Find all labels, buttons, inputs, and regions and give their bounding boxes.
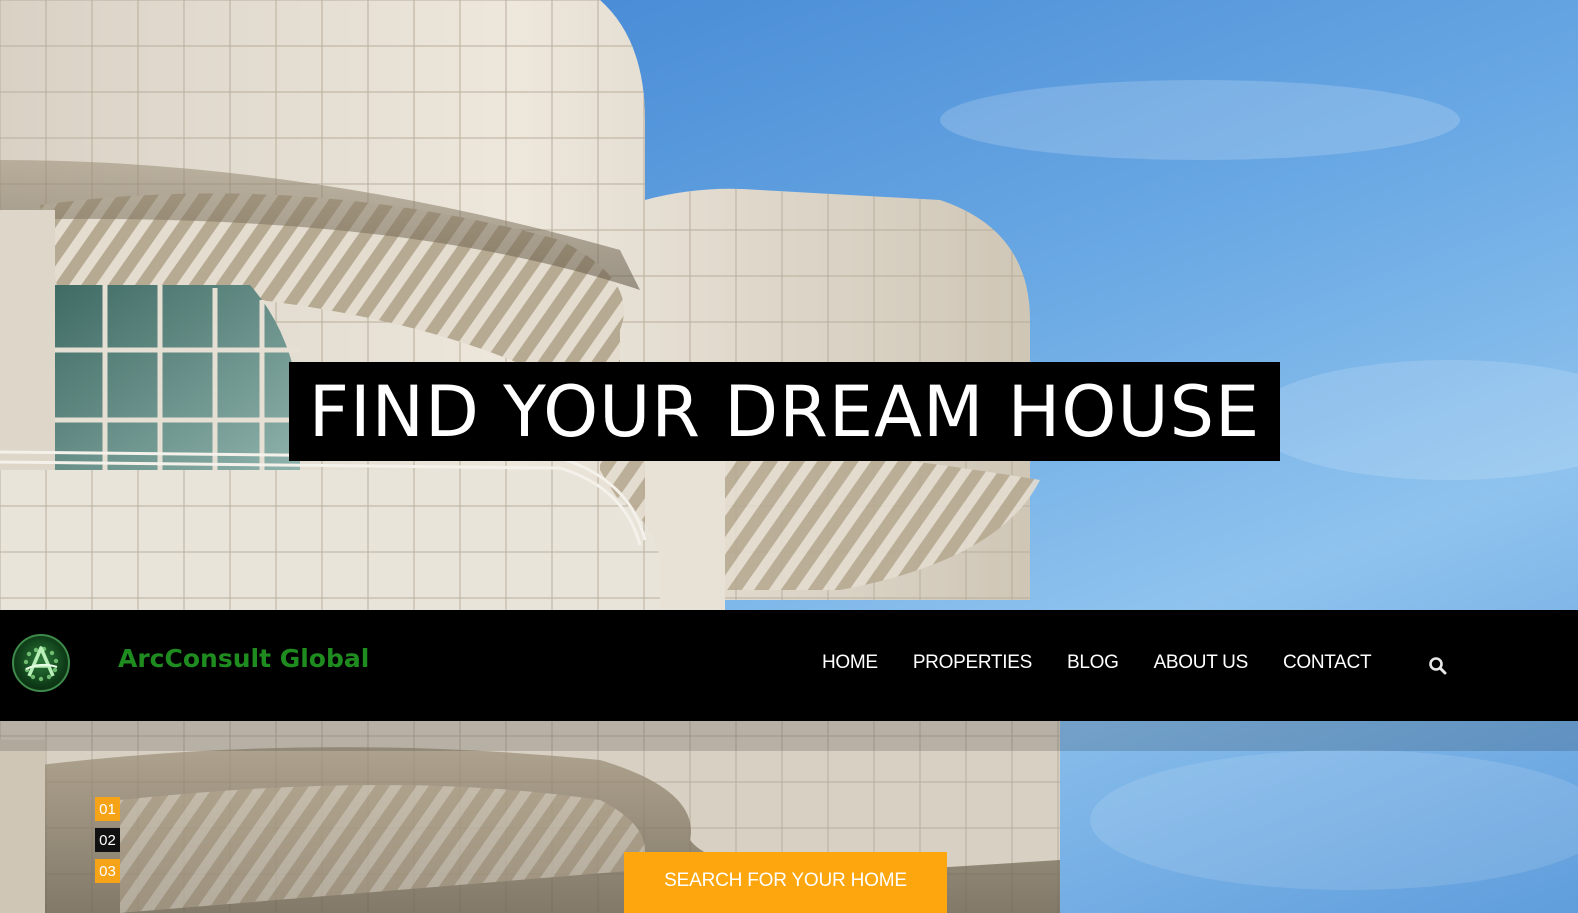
globe-logo-icon: [23, 646, 59, 682]
search-home-button[interactable]: SEARCH FOR YOUR HOME: [624, 852, 947, 913]
logo-icon[interactable]: [12, 634, 70, 692]
nav-item-blog[interactable]: BLOG: [1067, 652, 1119, 680]
slide-dot-02[interactable]: 02: [95, 828, 120, 852]
search-button[interactable]: [1428, 656, 1448, 676]
nav-item-properties[interactable]: PROPERTIES: [913, 652, 1032, 680]
search-icon: [1429, 657, 1447, 675]
slider-pager: 01 02 03: [95, 797, 120, 890]
nav-item-home[interactable]: HOME: [822, 652, 878, 680]
brand-name[interactable]: ArcConsult Global: [118, 644, 369, 673]
hero-headline: FIND YOUR DREAM HOUSE: [289, 362, 1280, 461]
nav-item-about-us[interactable]: ABOUT US: [1154, 652, 1249, 680]
main-navigation: HOME PROPERTIES BLOG ABOUT US CONTACT: [822, 652, 1406, 680]
slide-dot-01[interactable]: 01: [95, 797, 120, 821]
site-header: ArcConsult Global HOME PROPERTIES BLOG A…: [0, 610, 1578, 721]
slide-dot-03[interactable]: 03: [95, 859, 120, 883]
nav-item-contact[interactable]: CONTACT: [1283, 652, 1372, 680]
